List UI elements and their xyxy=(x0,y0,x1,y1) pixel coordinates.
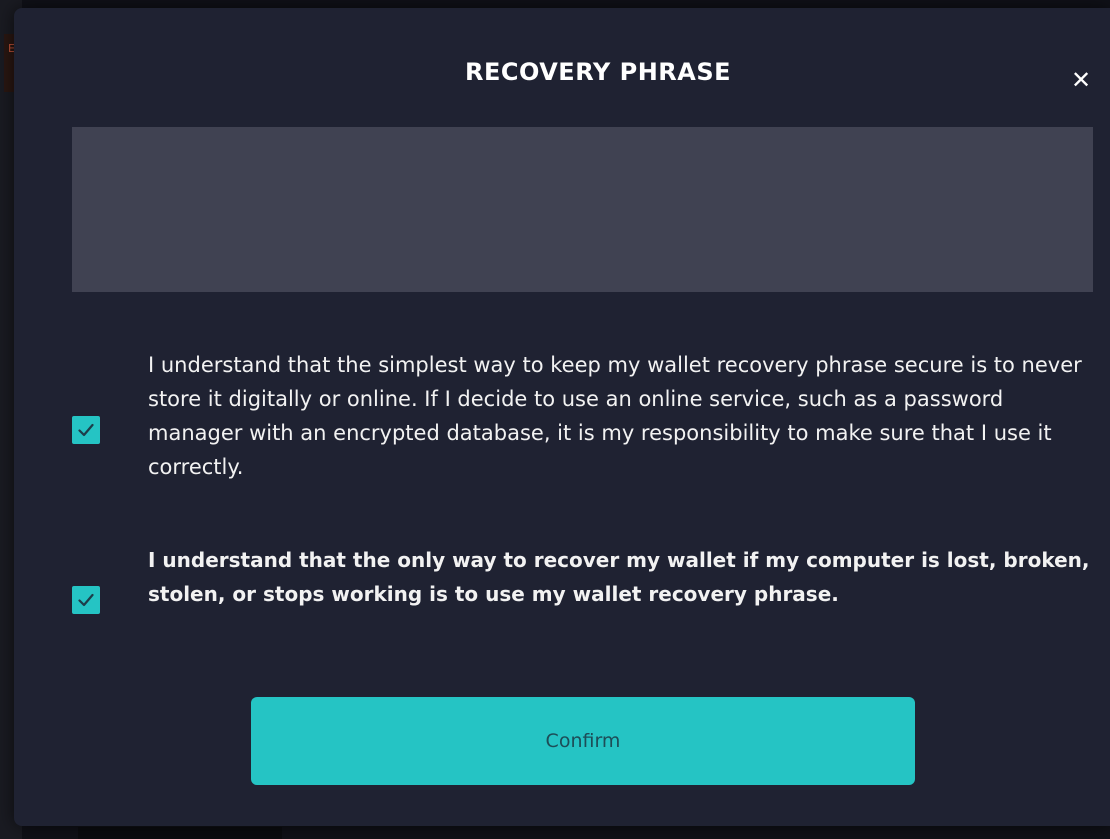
acknowledgement-text: I understand that the simplest way to ke… xyxy=(148,353,1082,479)
confirm-button[interactable]: Confirm xyxy=(251,697,915,785)
acknowledgement-text: I understand that the only way to recove… xyxy=(148,548,1090,606)
checkmark-icon xyxy=(78,423,94,437)
background-window-bottom xyxy=(78,827,282,839)
modal-title: RECOVERY PHRASE xyxy=(464,58,732,86)
acknowledgement-checkbox[interactable] xyxy=(72,586,100,614)
close-icon: ✕ xyxy=(1070,66,1092,94)
checkmark-icon xyxy=(78,593,94,607)
acknowledgement-checkbox[interactable] xyxy=(72,416,100,444)
recovery-phrase-box xyxy=(72,127,1093,292)
close-button[interactable]: ✕ xyxy=(1067,66,1095,94)
